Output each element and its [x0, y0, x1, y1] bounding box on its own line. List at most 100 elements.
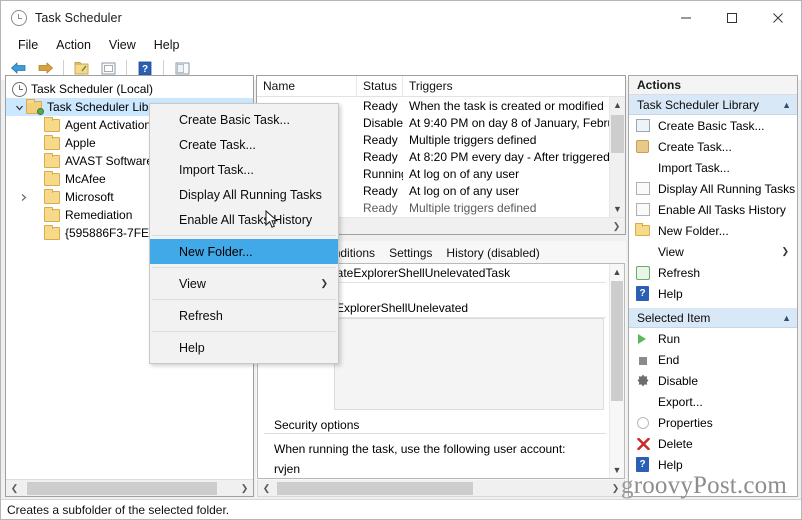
security-options-section: Security options When running the task, … [264, 418, 606, 476]
context-menu-item-enable-all-tasks-history[interactable]: Enable All Tasks History [150, 207, 338, 232]
library-badge-icon [37, 107, 44, 115]
close-button[interactable] [755, 1, 801, 34]
menu-action[interactable]: Action [47, 36, 100, 54]
group-header-label: Selected Item [637, 310, 711, 325]
cell-status: Ready [363, 98, 398, 113]
action-label: Export... [658, 394, 703, 409]
action-import-task[interactable]: Import Task... [629, 157, 797, 178]
chevron-up-icon[interactable]: ▲ [782, 313, 791, 323]
menu-item-label: View [179, 276, 206, 291]
menu-separator [152, 267, 336, 268]
folder-icon [44, 170, 60, 186]
action-refresh[interactable]: Refresh [629, 262, 797, 283]
context-menu-item-display-all-running-tasks[interactable]: Display All Running Tasks [150, 182, 338, 207]
scroll-thumb[interactable] [611, 281, 623, 401]
watermark: groovyPost.com [621, 472, 787, 500]
context-menu-item-help[interactable]: Help [150, 335, 338, 360]
maximize-button[interactable] [709, 1, 755, 34]
action-label: Enable All Tasks History [658, 202, 786, 217]
scroll-right-icon[interactable]: ❯ [608, 218, 625, 235]
action-enable-all-tasks-history[interactable]: Enable All Tasks History [629, 199, 797, 220]
clock-icon [12, 81, 27, 97]
action-delete[interactable]: Delete [629, 433, 797, 454]
twisty-placeholder [30, 188, 44, 206]
no-icon [635, 394, 652, 410]
scroll-thumb[interactable] [27, 481, 217, 495]
task-list-vertical-scrollbar[interactable]: ▲ ▼ [609, 97, 625, 217]
watermark-text: roovyPost.com [633, 472, 787, 499]
status-bar-text: Creates a subfolder of the selected fold… [7, 502, 230, 517]
column-header-name[interactable]: Name [257, 76, 357, 96]
window-title: Task Scheduler [35, 10, 122, 25]
actions-group-header-selected-item[interactable]: Selected Item ▲ [629, 308, 797, 328]
scroll-down-icon[interactable]: ▼ [610, 201, 625, 217]
scroll-left-icon[interactable]: ❮ [6, 480, 23, 497]
no-icon [635, 160, 652, 176]
scroll-right-icon[interactable]: ❯ [236, 480, 253, 497]
tree-item-task-scheduler-local[interactable]: Task Scheduler (Local) [6, 80, 253, 98]
end-icon [635, 352, 652, 368]
chevron-right-icon[interactable]: ❯ [320, 278, 328, 289]
action-label: New Folder... [658, 223, 729, 238]
action-run[interactable]: Run [629, 328, 797, 349]
menu-help[interactable]: Help [145, 36, 189, 54]
action-label: Properties [658, 415, 713, 430]
action-help[interactable]: ? Help [629, 283, 797, 304]
context-menu-item-refresh[interactable]: Refresh [150, 303, 338, 328]
context-menu-item-create-task[interactable]: Create Task... [150, 132, 338, 157]
tab-settings[interactable]: Settings [382, 244, 439, 263]
action-create-task[interactable]: Create Task... [629, 136, 797, 157]
chevron-right-icon[interactable] [16, 188, 30, 206]
action-view[interactable]: View ❯ [629, 241, 797, 262]
create-basic-task-icon [635, 118, 652, 134]
context-menu-item-create-basic-task[interactable]: Create Basic Task... [150, 107, 338, 132]
column-header-triggers[interactable]: Triggers [403, 76, 625, 96]
task-scheduler-window: Task Scheduler File Action View Help ? T… [0, 0, 802, 520]
action-export[interactable]: Export... [629, 391, 797, 412]
detail-horizontal-scrollbar[interactable]: ❮ ❯ [257, 480, 625, 497]
tree-item-label: McAfee [65, 172, 106, 186]
context-menu-item-import-task[interactable]: Import Task... [150, 157, 338, 182]
twisty-placeholder [30, 224, 44, 242]
column-header-status[interactable]: Status [357, 76, 403, 96]
cell-status: Ready [363, 149, 398, 164]
cell-status: Ready [363, 183, 398, 198]
action-disable[interactable]: Disable [629, 370, 797, 391]
action-label: Delete [658, 436, 693, 451]
tree-horizontal-scrollbar[interactable]: ❮ ❯ [6, 479, 253, 496]
scroll-thumb[interactable] [277, 481, 473, 495]
chevron-up-icon[interactable]: ▲ [782, 100, 791, 110]
scroll-left-icon[interactable]: ❮ [258, 480, 275, 497]
detail-vertical-scrollbar[interactable]: ▲ ▼ [609, 264, 624, 478]
scroll-thumb[interactable] [611, 115, 624, 153]
scroll-track[interactable] [275, 480, 607, 497]
context-menu-item-view[interactable]: View ❯ [150, 271, 338, 296]
action-properties[interactable]: Properties [629, 412, 797, 433]
action-label: End [658, 352, 680, 367]
menu-file[interactable]: File [9, 36, 47, 54]
folder-icon [26, 98, 44, 115]
action-create-basic-task[interactable]: Create Basic Task... [629, 115, 797, 136]
chevron-right-icon[interactable]: ❯ [781, 246, 789, 257]
actions-group-header-library[interactable]: Task Scheduler Library ▲ [629, 95, 797, 115]
scroll-track[interactable] [23, 480, 236, 497]
chevron-down-icon[interactable] [12, 98, 26, 116]
twisty-placeholder [30, 152, 44, 170]
menu-item-label: Refresh [179, 308, 223, 323]
minimize-button[interactable] [663, 1, 709, 34]
tab-history[interactable]: History (disabled) [439, 244, 546, 263]
action-display-all-running-tasks[interactable]: Display All Running Tasks [629, 178, 797, 199]
action-end[interactable]: End [629, 349, 797, 370]
action-label: Display All Running Tasks [658, 181, 796, 196]
context-menu-item-new-folder[interactable]: New Folder... [150, 239, 338, 264]
detail-value-name: eateExplorerShellUnelevatedTask [330, 266, 511, 280]
scroll-up-icon[interactable]: ▲ [610, 97, 625, 113]
cell-triggers: At log on of any user [409, 183, 520, 198]
security-options-title: Security options [270, 418, 364, 432]
scroll-up-icon[interactable]: ▲ [610, 264, 624, 280]
properties-icon [635, 415, 652, 431]
action-new-folder[interactable]: New Folder... [629, 220, 797, 241]
security-account: rvjen [274, 462, 301, 476]
tree-item-label: Remediation [65, 208, 133, 222]
menu-view[interactable]: View [100, 36, 145, 54]
